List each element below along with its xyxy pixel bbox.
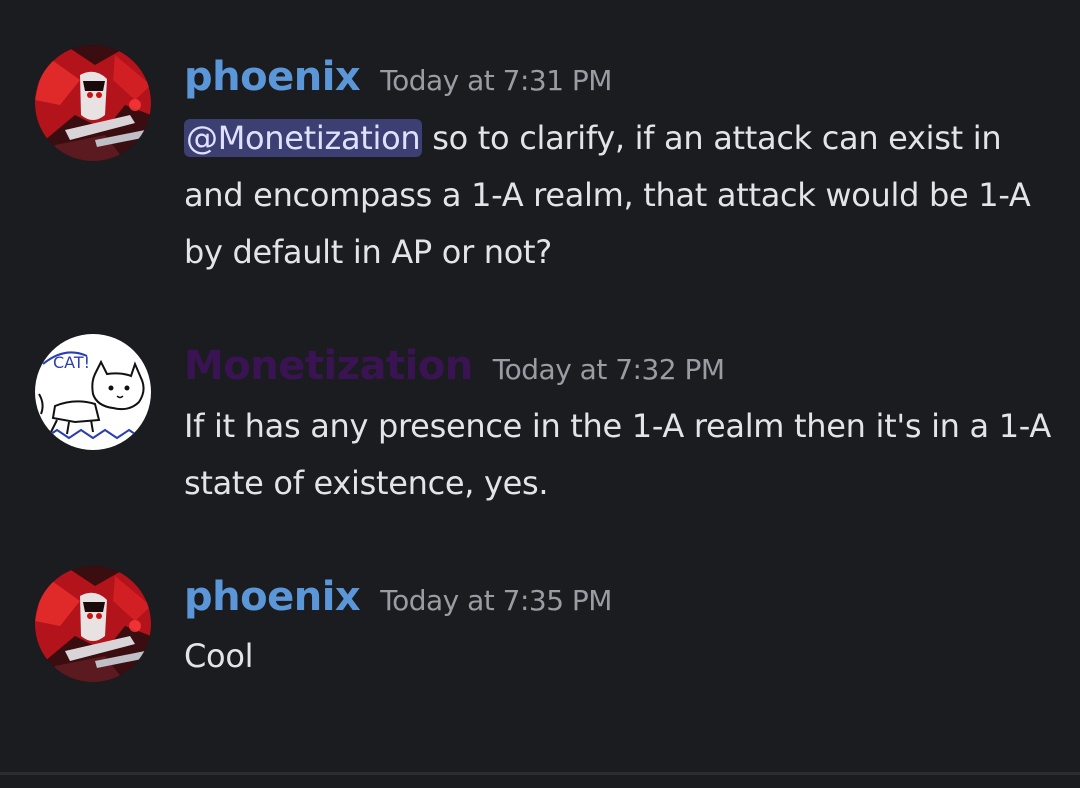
message-content: @Monetization so to clarify, if an attac… (184, 110, 1054, 281)
red-haired-character-avatar-icon (35, 566, 151, 682)
message-header: phoenix Today at 7:35 PM (184, 574, 612, 620)
divider (0, 772, 1080, 775)
username[interactable]: Monetization (184, 343, 473, 389)
timestamp: Today at 7:32 PM (492, 353, 725, 386)
message-text: Cool (184, 637, 254, 675)
red-haired-character-avatar-icon (35, 45, 151, 161)
username[interactable]: phoenix (184, 574, 361, 620)
avatar[interactable] (35, 566, 151, 682)
avatar[interactable] (35, 45, 151, 161)
user-mention[interactable]: @Monetization (184, 119, 423, 157)
message-content: Cool (184, 628, 1054, 685)
message-text: If it has any presence in the 1-A realm … (184, 407, 1051, 502)
timestamp: Today at 7:31 PM (380, 64, 612, 97)
cat-doodle-avatar-icon: CAT! (35, 334, 151, 450)
message-content: If it has any presence in the 1-A realm … (184, 398, 1054, 512)
username[interactable]: phoenix (184, 54, 361, 100)
avatar[interactable]: CAT! (35, 334, 151, 450)
chat-message-list: phoenix Today at 7:31 PM @Monetization so… (0, 0, 1080, 788)
cat-label: CAT! (53, 353, 90, 372)
message-header: Monetization Today at 7:32 PM (184, 343, 725, 389)
timestamp: Today at 7:35 PM (380, 584, 612, 617)
message-header: phoenix Today at 7:31 PM (184, 54, 612, 100)
